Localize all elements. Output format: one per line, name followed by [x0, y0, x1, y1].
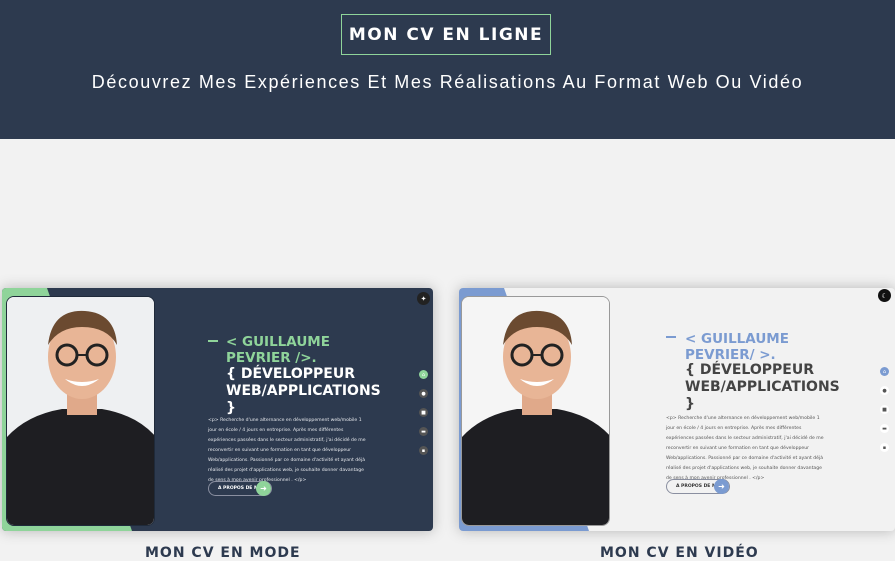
home-icon[interactable]: ⌂ — [880, 367, 889, 376]
folder-icon[interactable]: ▬ — [419, 427, 428, 436]
cv-preview-light[interactable]: < GUILLAUME PEVRIER/ >. { DÉVELOPPEUR WE… — [459, 288, 895, 531]
home-icon[interactable]: ⌂ — [419, 370, 428, 379]
cv-name: < GUILLAUME PEVRIER/ >. — [685, 331, 789, 363]
cv-role: { DÉVELOPPEUR WEB/APPLICATIONS } — [685, 362, 840, 412]
chat-icon[interactable]: ▪ — [419, 446, 428, 455]
folder-icon[interactable]: ▬ — [880, 424, 889, 433]
cv-preview-dark[interactable]: < GUILLAUME PEVRIER />. { DÉVELOPPEUR WE… — [2, 288, 433, 531]
cv-bio: <p> Recherche d'une alternance en dévelo… — [666, 416, 824, 481]
cv-name: < GUILLAUME PEVRIER />. — [226, 334, 330, 366]
briefcase-icon[interactable]: ■ — [880, 405, 889, 414]
name-dash — [666, 336, 676, 338]
profile-photo — [461, 296, 610, 526]
caption-left: MON CV EN MODE — [145, 545, 301, 561]
arrow-icon[interactable]: ➜ — [256, 481, 271, 496]
user-icon[interactable]: ● — [419, 389, 428, 398]
hero-banner: MON CV EN LIGNE Découvrez Mes Expérience… — [0, 0, 895, 139]
page-subtitle: Découvrez Mes Expériences Et Mes Réalisa… — [91, 72, 804, 92]
lightbulb-icon[interactable]: ✦ — [417, 292, 430, 305]
name-dash — [208, 340, 218, 342]
user-icon[interactable]: ● — [880, 386, 889, 395]
profile-photo — [6, 296, 155, 526]
cv-bio: <p> Recherche d'une alternance en dévelo… — [208, 418, 366, 483]
arrow-icon[interactable]: ➜ — [714, 479, 729, 494]
page-title: MON CV EN LIGNE — [341, 14, 551, 55]
moon-icon[interactable]: ☾ — [878, 289, 891, 302]
briefcase-icon[interactable]: ■ — [419, 408, 428, 417]
cv-role: { DÉVELOPPEUR WEB/APPLICATIONS } — [226, 366, 381, 416]
chat-icon[interactable]: ▪ — [880, 443, 889, 452]
caption-right: MON CV EN VIDÉO — [600, 545, 759, 561]
